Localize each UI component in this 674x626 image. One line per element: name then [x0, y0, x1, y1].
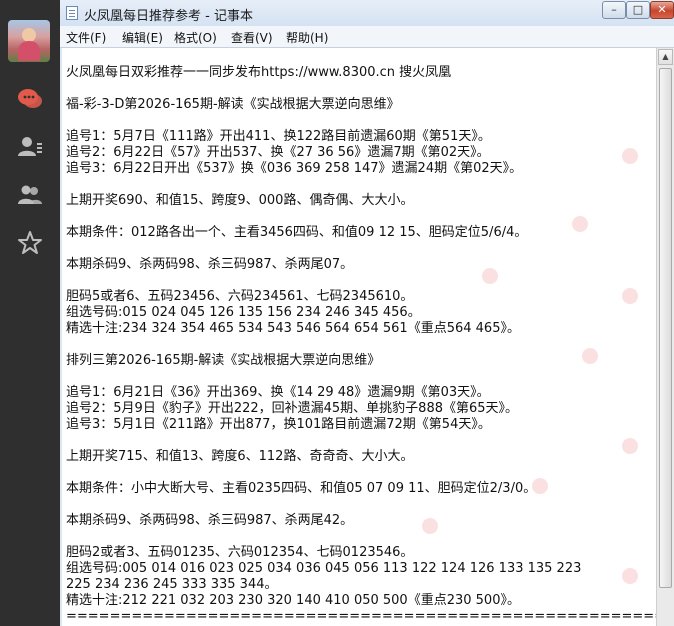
maximize-button[interactable]: □ [626, 1, 650, 19]
text-line: 火凤凰每日双彩推荐一一同步发布https://www.8300.cn 搜火凤凰 [66, 65, 452, 80]
text-line: ========================================… [66, 609, 656, 624]
minimize-button[interactable]: – [602, 1, 626, 19]
text-line [66, 209, 656, 225]
watermark-icon [622, 438, 638, 454]
chat-bubbles-icon[interactable] [17, 86, 43, 112]
contact-icon[interactable] [17, 134, 43, 160]
watermark-icon [582, 348, 598, 364]
text-line [66, 369, 656, 385]
text-line: 追号2：6月22日《57》开出537、换《27 36 56》遗漏7期《第02天》… [66, 145, 490, 160]
text-editor[interactable]: 火凤凰每日双彩推荐一一同步发布https://www.8300.cn 搜火凤凰 … [62, 48, 656, 626]
text-line: 本期杀码9、杀两码98、杀三码987、杀两尾42。 [66, 513, 354, 528]
avatar-head [22, 28, 36, 42]
window-title: 火凤凰每日推荐参考 - 记事本 [84, 9, 253, 24]
menu-help[interactable]: 帮助(H) [286, 29, 328, 46]
text-line: 追号1：5月7日《111路》开出411、换122路目前遗漏60期《第51天》。 [66, 129, 491, 144]
text-line: 追号1：6月21日《36》开出369、换《14 29 48》遗漏9期《第03天》… [66, 385, 490, 400]
menu-format[interactable]: 格式(O) [174, 29, 217, 46]
text-line: 排列三第2026-165期-解读《实战根据大票逆向思维》 [66, 353, 381, 368]
chat-sidebar [0, 0, 60, 626]
text-line: 上期开奖690、和值15、跨度9、000路、偶奇偶、大大小。 [66, 193, 414, 208]
text-line: 福-彩-3-D第2026-165期-解读《实战根据大票逆向思维》 [66, 97, 400, 112]
watermark-icon [622, 288, 638, 304]
text-line: 精选十注:212 221 032 203 230 320 140 410 050… [66, 593, 520, 608]
notepad-icon [66, 6, 78, 20]
avatar[interactable] [8, 20, 50, 62]
text-line [66, 529, 656, 545]
text-line: 组选号码:005 014 016 023 025 034 036 045 056… [66, 561, 582, 576]
text-line: 本期条件：小中大断大号、主看0235四码、和值05 07 09 11、胆码定位2… [66, 481, 537, 496]
text-line: 上期开奖715、和值13、跨度6、112路、奇奇奇、大小大。 [66, 449, 414, 464]
text-line [66, 497, 656, 513]
text-line: 追号2：5月9日《豹子》开出222，回补遗漏45期、单挑豹子888《第65天》。 [66, 401, 519, 416]
text-line: 追号3：6月22日开出《537》换《036 369 258 147》遗漏24期《… [66, 161, 523, 176]
menu-bar: 文件(F) 编辑(E) 格式(O) 查看(V) 帮助(H) [60, 26, 674, 48]
text-line: 本期杀码9、杀两码98、杀三码987、杀两尾07。 [66, 257, 354, 272]
text-line: 精选十注:234 324 354 465 534 543 546 564 654… [66, 321, 520, 336]
text-line: 组选号码:015 024 045 126 135 156 234 246 345… [66, 305, 421, 320]
star-icon[interactable] [17, 230, 43, 256]
menu-view[interactable]: 查看(V) [231, 29, 273, 46]
text-line [66, 113, 656, 129]
title-bar[interactable]: 火凤凰每日推荐参考 - 记事本 – □ ✕ [60, 0, 674, 26]
text-line: 胆码5或者6、五码23456、六码234561、七码2345610。 [66, 289, 414, 304]
avatar-body [18, 41, 40, 61]
watermark-icon [622, 148, 638, 164]
text-line [66, 81, 656, 97]
menu-edit[interactable]: 编辑(E) [122, 29, 163, 46]
scroll-up-arrow-icon[interactable]: ▲ [658, 49, 673, 65]
text-line: 225 234 236 245 333 335 344。 [66, 577, 278, 592]
text-line: 本期条件：012路各出一个、主看3456四码、和值09 12 15、胆码定位5/… [66, 225, 528, 240]
group-icon[interactable] [17, 182, 43, 208]
text-line [66, 241, 656, 257]
text-line: 追号3：5月1日《211路》开出877，换101路目前遗漏72期《第54天》。 [66, 417, 491, 432]
watermark-icon [422, 518, 438, 534]
watermark-icon [572, 216, 588, 232]
text-line [66, 177, 656, 193]
text-line [66, 433, 656, 449]
notepad-window: 火凤凰每日推荐参考 - 记事本 – □ ✕ 文件(F) 编辑(E) 格式(O) … [60, 0, 674, 626]
text-line [66, 273, 656, 289]
vertical-scrollbar[interactable]: ▲ [656, 48, 674, 626]
text-line [66, 465, 656, 481]
text-line [66, 337, 656, 353]
text-line: 胆码2或者3、五码01235、六码012354、七码0123546。 [66, 545, 414, 560]
document-text[interactable]: 火凤凰每日双彩推荐一一同步发布https://www.8300.cn 搜火凤凰 … [66, 65, 656, 625]
scroll-thumb[interactable] [659, 68, 672, 588]
watermark-icon [482, 268, 498, 284]
menu-file[interactable]: 文件(F) [66, 29, 106, 46]
watermark-icon [622, 568, 638, 584]
watermark-icon [532, 478, 548, 494]
close-button[interactable]: ✕ [650, 1, 674, 19]
